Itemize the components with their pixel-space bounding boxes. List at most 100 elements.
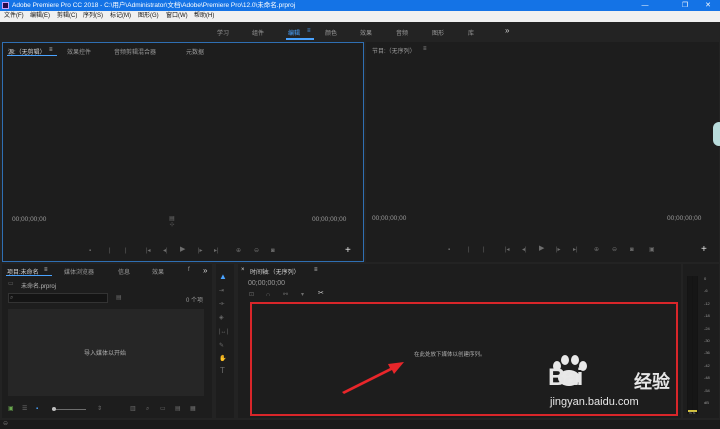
- timeline-timecode[interactable]: 00;00;00;00: [248, 280, 285, 287]
- ripple-edit-tool-icon[interactable]: ⟛: [219, 301, 224, 307]
- program-step-back-icon[interactable]: ◂|: [522, 247, 527, 253]
- menu-help[interactable]: 帮助(H): [194, 11, 214, 22]
- go-to-in-icon[interactable]: |◂: [146, 248, 151, 254]
- lock-icon[interactable]: ▣: [8, 406, 14, 412]
- tab-media-browser[interactable]: 媒体浏览器: [64, 267, 94, 276]
- zoom-slider[interactable]: [52, 409, 86, 410]
- tab-menu-icon[interactable]: ≡: [49, 47, 53, 53]
- menu-file[interactable]: 文件(F): [4, 11, 24, 22]
- program-play-icon[interactable]: ▶: [539, 245, 544, 252]
- workspace-menu-icon[interactable]: ≡: [307, 28, 311, 34]
- linked-selection-icon[interactable]: ⚯: [283, 292, 288, 298]
- workspace-graphics[interactable]: 图形: [432, 28, 444, 37]
- workspace-color[interactable]: 颜色: [325, 28, 337, 37]
- step-back-icon[interactable]: ◂|: [163, 248, 168, 254]
- workspace-effects[interactable]: 效果: [360, 28, 372, 37]
- overwrite-icon[interactable]: ⊖: [254, 248, 259, 254]
- tab-effects[interactable]: 效果: [152, 267, 164, 276]
- menu-sequence[interactable]: 序列(S): [83, 11, 103, 22]
- play-icon[interactable]: ▶: [180, 246, 185, 253]
- workspace-audio[interactable]: 音频: [396, 28, 408, 37]
- razor-tool-icon[interactable]: ◈: [219, 315, 224, 321]
- workspace-libraries[interactable]: 库: [468, 28, 474, 37]
- pen-tool-icon[interactable]: ✎: [219, 343, 224, 349]
- program-title[interactable]: 节目:（无序列）: [372, 46, 416, 55]
- mark-in-icon[interactable]: ▪: [89, 248, 91, 254]
- zoom-slider-handle[interactable]: [52, 407, 56, 411]
- extract-icon[interactable]: ⊖: [612, 247, 617, 253]
- sort-icon[interactable]: ⇕: [97, 406, 102, 412]
- tab-metadata[interactable]: 元数据: [186, 47, 204, 56]
- scroll-knob-icon[interactable]: [713, 122, 720, 146]
- program-go-to-in-icon[interactable]: |◂: [505, 247, 510, 253]
- timeline-close-icon[interactable]: ×: [241, 267, 245, 273]
- tab-extra[interactable]: f: [188, 267, 190, 273]
- list-view-icon[interactable]: ☰: [22, 406, 27, 412]
- export-frame-icon[interactable]: ◙: [271, 248, 275, 254]
- tab-effect-controls[interactable]: 效果控件: [67, 47, 91, 56]
- workspace-more-icon[interactable]: »: [505, 26, 509, 35]
- meter-tick-label: -6: [704, 288, 708, 294]
- add-marker-icon[interactable]: ▾: [301, 292, 304, 298]
- snap-icon[interactable]: ∩: [266, 292, 270, 298]
- program-add-button[interactable]: +: [701, 244, 707, 255]
- lift-icon[interactable]: ⊕: [594, 247, 599, 253]
- selection-tool-icon[interactable]: ▲: [219, 273, 227, 281]
- program-step-forward-icon[interactable]: |▸: [556, 247, 561, 253]
- active-workspace-underline: [286, 38, 314, 40]
- close-button[interactable]: ✕: [697, 0, 719, 11]
- tab-info[interactable]: 信息: [118, 267, 130, 276]
- status-icon[interactable]: ⊖: [3, 421, 8, 427]
- workspace-editing[interactable]: 编辑: [288, 28, 300, 37]
- workspace-assembly[interactable]: 组件: [252, 28, 264, 37]
- project-search-input[interactable]: ⌕: [8, 293, 108, 303]
- insert-icon[interactable]: ⊕: [236, 248, 241, 254]
- program-clear-icon[interactable]: |: [483, 247, 485, 253]
- clear-marks-icon[interactable]: |: [125, 248, 127, 254]
- wrench-icon[interactable]: ✂: [318, 290, 324, 297]
- project-drop-area[interactable]: 导入媒体以开始: [8, 309, 204, 396]
- workspace-learning[interactable]: 学习: [217, 28, 229, 37]
- minimize-button[interactable]: —: [634, 0, 656, 11]
- hand-tool-icon[interactable]: ✋: [219, 356, 226, 362]
- menu-marker[interactable]: 标记(M): [110, 11, 131, 22]
- type-tool-icon[interactable]: T: [220, 367, 225, 375]
- nest-icon[interactable]: ⊡: [249, 292, 254, 298]
- icon-view-icon[interactable]: ▪: [36, 406, 38, 412]
- automate-to-sequence-icon[interactable]: ▥: [130, 406, 136, 412]
- timeline-menu-icon[interactable]: ≡: [314, 267, 318, 273]
- comparison-view-icon[interactable]: ▣: [649, 247, 655, 253]
- menu-clip[interactable]: 剪辑(C): [57, 11, 77, 22]
- program-export-frame-icon[interactable]: ◙: [630, 247, 634, 253]
- mark-out-icon[interactable]: |: [109, 248, 111, 254]
- project-tab-menu-icon[interactable]: ≡: [44, 267, 48, 273]
- timeline-title[interactable]: 时间轴:（无序列）: [250, 267, 300, 276]
- meter-tick-label: -24: [704, 325, 710, 331]
- project-more-icon[interactable]: »: [203, 266, 207, 275]
- program-menu-icon[interactable]: ≡: [423, 46, 427, 52]
- maximize-button[interactable]: ❐: [674, 0, 696, 11]
- tab-audio-clip-mixer[interactable]: 音频剪辑混合器: [114, 47, 156, 56]
- find-icon[interactable]: ⌕: [146, 406, 149, 412]
- go-to-out-icon[interactable]: ▸|: [214, 248, 219, 254]
- menu-edit[interactable]: 编辑(E): [30, 11, 50, 22]
- menu-window[interactable]: 窗口(W): [166, 11, 188, 22]
- timeline-drop-hint[interactable]: 在此处放下媒体以创建序列。: [414, 350, 486, 358]
- program-go-to-out-icon[interactable]: ▸|: [573, 247, 578, 253]
- menu-graphics[interactable]: 图形(G): [138, 11, 159, 22]
- step-forward-icon[interactable]: |▸: [198, 248, 203, 254]
- program-timecode-current: 00;00;00;00: [372, 215, 407, 222]
- slip-tool-icon[interactable]: |↔|: [219, 329, 228, 335]
- clear-icon[interactable]: ▦: [190, 406, 196, 412]
- meter-tick-label: -18: [704, 313, 710, 319]
- track-select-tool-icon[interactable]: ⇥: [219, 288, 224, 294]
- new-bin-icon[interactable]: ▭: [160, 406, 166, 412]
- program-mark-out-icon[interactable]: |: [468, 247, 470, 253]
- new-bin-from-search-icon[interactable]: ▤: [116, 295, 122, 301]
- source-timecode-duration: 00;00;00;00: [312, 216, 347, 223]
- meter-tick-label: 0: [704, 276, 707, 281]
- program-mark-in-icon[interactable]: ▪: [448, 247, 450, 253]
- source-add-button[interactable]: +: [345, 245, 351, 256]
- new-item-icon[interactable]: ▤: [175, 406, 181, 412]
- drop-video-icon[interactable]: ▤ ⊹: [167, 216, 177, 228]
